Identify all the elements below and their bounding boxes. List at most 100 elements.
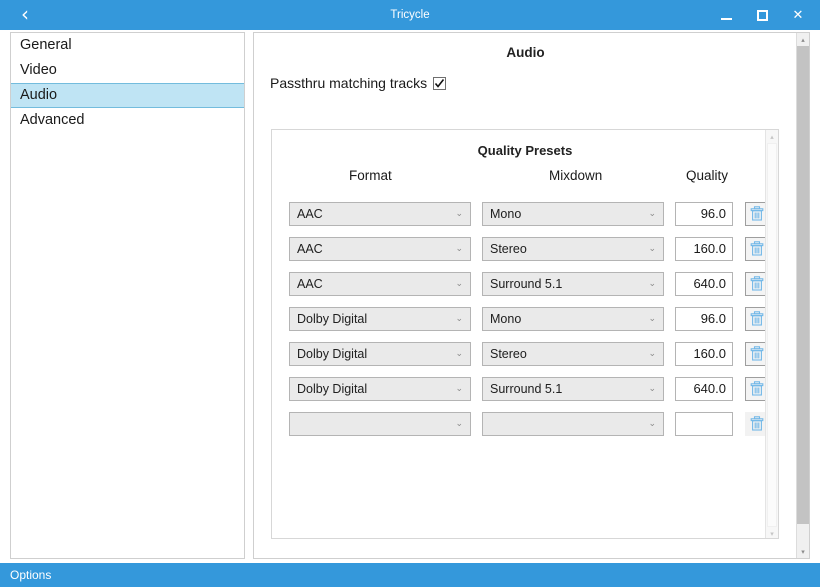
group-title: Quality Presets — [477, 143, 573, 158]
page-title: Audio — [506, 45, 545, 60]
mixdown-value: Surround 5.1 — [490, 381, 563, 396]
quality-input[interactable]: 160.0 — [675, 236, 733, 261]
body-area: General Video Audio Advanced Audio Passt… — [0, 30, 820, 563]
format-value: AAC — [297, 241, 323, 256]
format-value: Dolby Digital — [297, 346, 368, 361]
mixdown-value: Mono — [490, 311, 522, 326]
quality-input[interactable]: 160.0 — [675, 341, 733, 366]
maximize-icon — [756, 9, 768, 21]
minimize-button[interactable] — [708, 0, 744, 30]
passthru-checkbox[interactable] — [433, 76, 447, 90]
mixdown-value: Stereo — [490, 346, 527, 361]
chevron-down-icon: ⌄ — [648, 348, 656, 359]
scroll-down-icon[interactable]: ▾ — [766, 527, 778, 538]
panel-scrollbar-thumb[interactable] — [797, 46, 809, 524]
quality-presets-group: Quality Presets Format Mixdown Quality A… — [271, 129, 779, 539]
chevron-down-icon: ⌄ — [648, 243, 656, 254]
panel-content: Audio Passthru matching tracks Quality P… — [254, 33, 797, 558]
chevron-down-icon: ⌄ — [455, 383, 463, 394]
mixdown-value: Stereo — [490, 241, 527, 256]
mixdown-dropdown[interactable]: Mono ⌄ — [482, 306, 664, 331]
table-row: Dolby Digital ⌄ Mono ⌄ 96.0 — [272, 301, 778, 336]
table-row: AAC ⌄ Mono ⌄ 96.0 — [272, 196, 778, 231]
sidebar: General Video Audio Advanced — [10, 32, 245, 559]
trash-icon — [750, 276, 764, 291]
chevron-down-icon: ⌄ — [648, 418, 656, 429]
presets-scrollbar[interactable]: ▴ ▾ — [765, 130, 778, 538]
scroll-up-icon[interactable]: ▴ — [766, 130, 778, 143]
mixdown-dropdown[interactable]: Mono ⌄ — [482, 201, 664, 226]
format-dropdown[interactable]: ⌄ — [289, 411, 471, 436]
chevron-down-icon: ⌄ — [455, 208, 463, 219]
trash-icon — [750, 241, 764, 256]
table-row: Dolby Digital ⌄ Stereo ⌄ 160.0 — [272, 336, 778, 371]
mixdown-value: Mono — [490, 206, 522, 221]
scroll-up-icon[interactable]: ▴ — [797, 33, 809, 46]
sidebar-item-advanced[interactable]: Advanced — [11, 108, 244, 133]
chevron-down-icon: ⌄ — [455, 418, 463, 429]
trash-icon — [750, 346, 764, 361]
chevron-down-icon: ⌄ — [455, 313, 463, 324]
mixdown-dropdown[interactable]: Surround 5.1 ⌄ — [482, 376, 664, 401]
window-title: Tricycle — [390, 9, 430, 21]
quality-input[interactable] — [675, 411, 733, 436]
chevron-down-icon: ⌄ — [648, 278, 656, 289]
column-headers: Format Mixdown Quality — [272, 168, 778, 194]
close-button[interactable]: ✕ — [780, 0, 816, 30]
table-row: AAC ⌄ Surround 5.1 ⌄ 640.0 — [272, 266, 778, 301]
app-window: ‹ Tricycle ✕ General Video Audio Advance… — [0, 0, 820, 587]
table-row-new: ⌄ ⌄ — [272, 406, 778, 441]
maximize-button[interactable] — [744, 0, 780, 30]
presets-scrollbar-thumb[interactable] — [767, 143, 777, 527]
format-dropdown[interactable]: Dolby Digital ⌄ — [289, 341, 471, 366]
chevron-down-icon: ⌄ — [455, 348, 463, 359]
mixdown-dropdown[interactable]: ⌄ — [482, 411, 664, 436]
scroll-down-icon[interactable]: ▾ — [797, 545, 809, 558]
mixdown-dropdown[interactable]: Surround 5.1 ⌄ — [482, 271, 664, 296]
window-controls: ✕ — [708, 0, 816, 30]
table-row: Dolby Digital ⌄ Surround 5.1 ⌄ 640.0 — [272, 371, 778, 406]
minimize-icon — [720, 17, 732, 20]
trash-icon — [750, 381, 764, 396]
mixdown-value: Surround 5.1 — [490, 276, 563, 291]
format-dropdown[interactable]: AAC ⌄ — [289, 201, 471, 226]
trash-icon — [750, 206, 764, 221]
sidebar-item-general[interactable]: General — [11, 33, 244, 58]
audio-settings-panel: Audio Passthru matching tracks Quality P… — [253, 32, 810, 559]
checkmark-icon — [435, 78, 445, 88]
format-value: AAC — [297, 206, 323, 221]
quality-input[interactable]: 96.0 — [675, 201, 733, 226]
panel-scrollbar[interactable]: ▴ ▾ — [796, 33, 809, 558]
format-dropdown[interactable]: Dolby Digital ⌄ — [289, 376, 471, 401]
chevron-down-icon: ⌄ — [455, 243, 463, 254]
passthru-row: Passthru matching tracks — [254, 75, 797, 91]
column-header-mixdown: Mixdown — [549, 168, 603, 183]
title-bar: ‹ Tricycle ✕ — [0, 0, 820, 30]
column-header-format: Format — [349, 168, 392, 183]
mixdown-dropdown[interactable]: Stereo ⌄ — [482, 236, 664, 261]
status-bar: Options — [0, 563, 820, 587]
preset-rows: AAC ⌄ Mono ⌄ 96.0 AAC ⌄ Stereo ⌄ 160.0 A… — [272, 196, 778, 441]
format-value: Dolby Digital — [297, 381, 368, 396]
quality-input[interactable]: 640.0 — [675, 376, 733, 401]
chevron-down-icon: ⌄ — [648, 208, 656, 219]
format-dropdown[interactable]: Dolby Digital ⌄ — [289, 306, 471, 331]
chevron-down-icon: ⌄ — [648, 383, 656, 394]
format-dropdown[interactable]: AAC ⌄ — [289, 236, 471, 261]
format-value: AAC — [297, 276, 323, 291]
sidebar-item-video[interactable]: Video — [11, 58, 244, 83]
format-value: Dolby Digital — [297, 311, 368, 326]
passthru-label: Passthru matching tracks — [270, 75, 428, 91]
sidebar-item-audio[interactable]: Audio — [11, 83, 244, 108]
quality-input[interactable]: 96.0 — [675, 306, 733, 331]
chevron-down-icon: ⌄ — [455, 278, 463, 289]
quality-input[interactable]: 640.0 — [675, 271, 733, 296]
trash-icon — [750, 416, 764, 431]
column-header-quality: Quality — [686, 168, 729, 183]
chevron-down-icon: ⌄ — [648, 313, 656, 324]
close-icon: ✕ — [792, 7, 804, 23]
table-row: AAC ⌄ Stereo ⌄ 160.0 — [272, 231, 778, 266]
trash-icon — [750, 311, 764, 326]
format-dropdown[interactable]: AAC ⌄ — [289, 271, 471, 296]
mixdown-dropdown[interactable]: Stereo ⌄ — [482, 341, 664, 366]
